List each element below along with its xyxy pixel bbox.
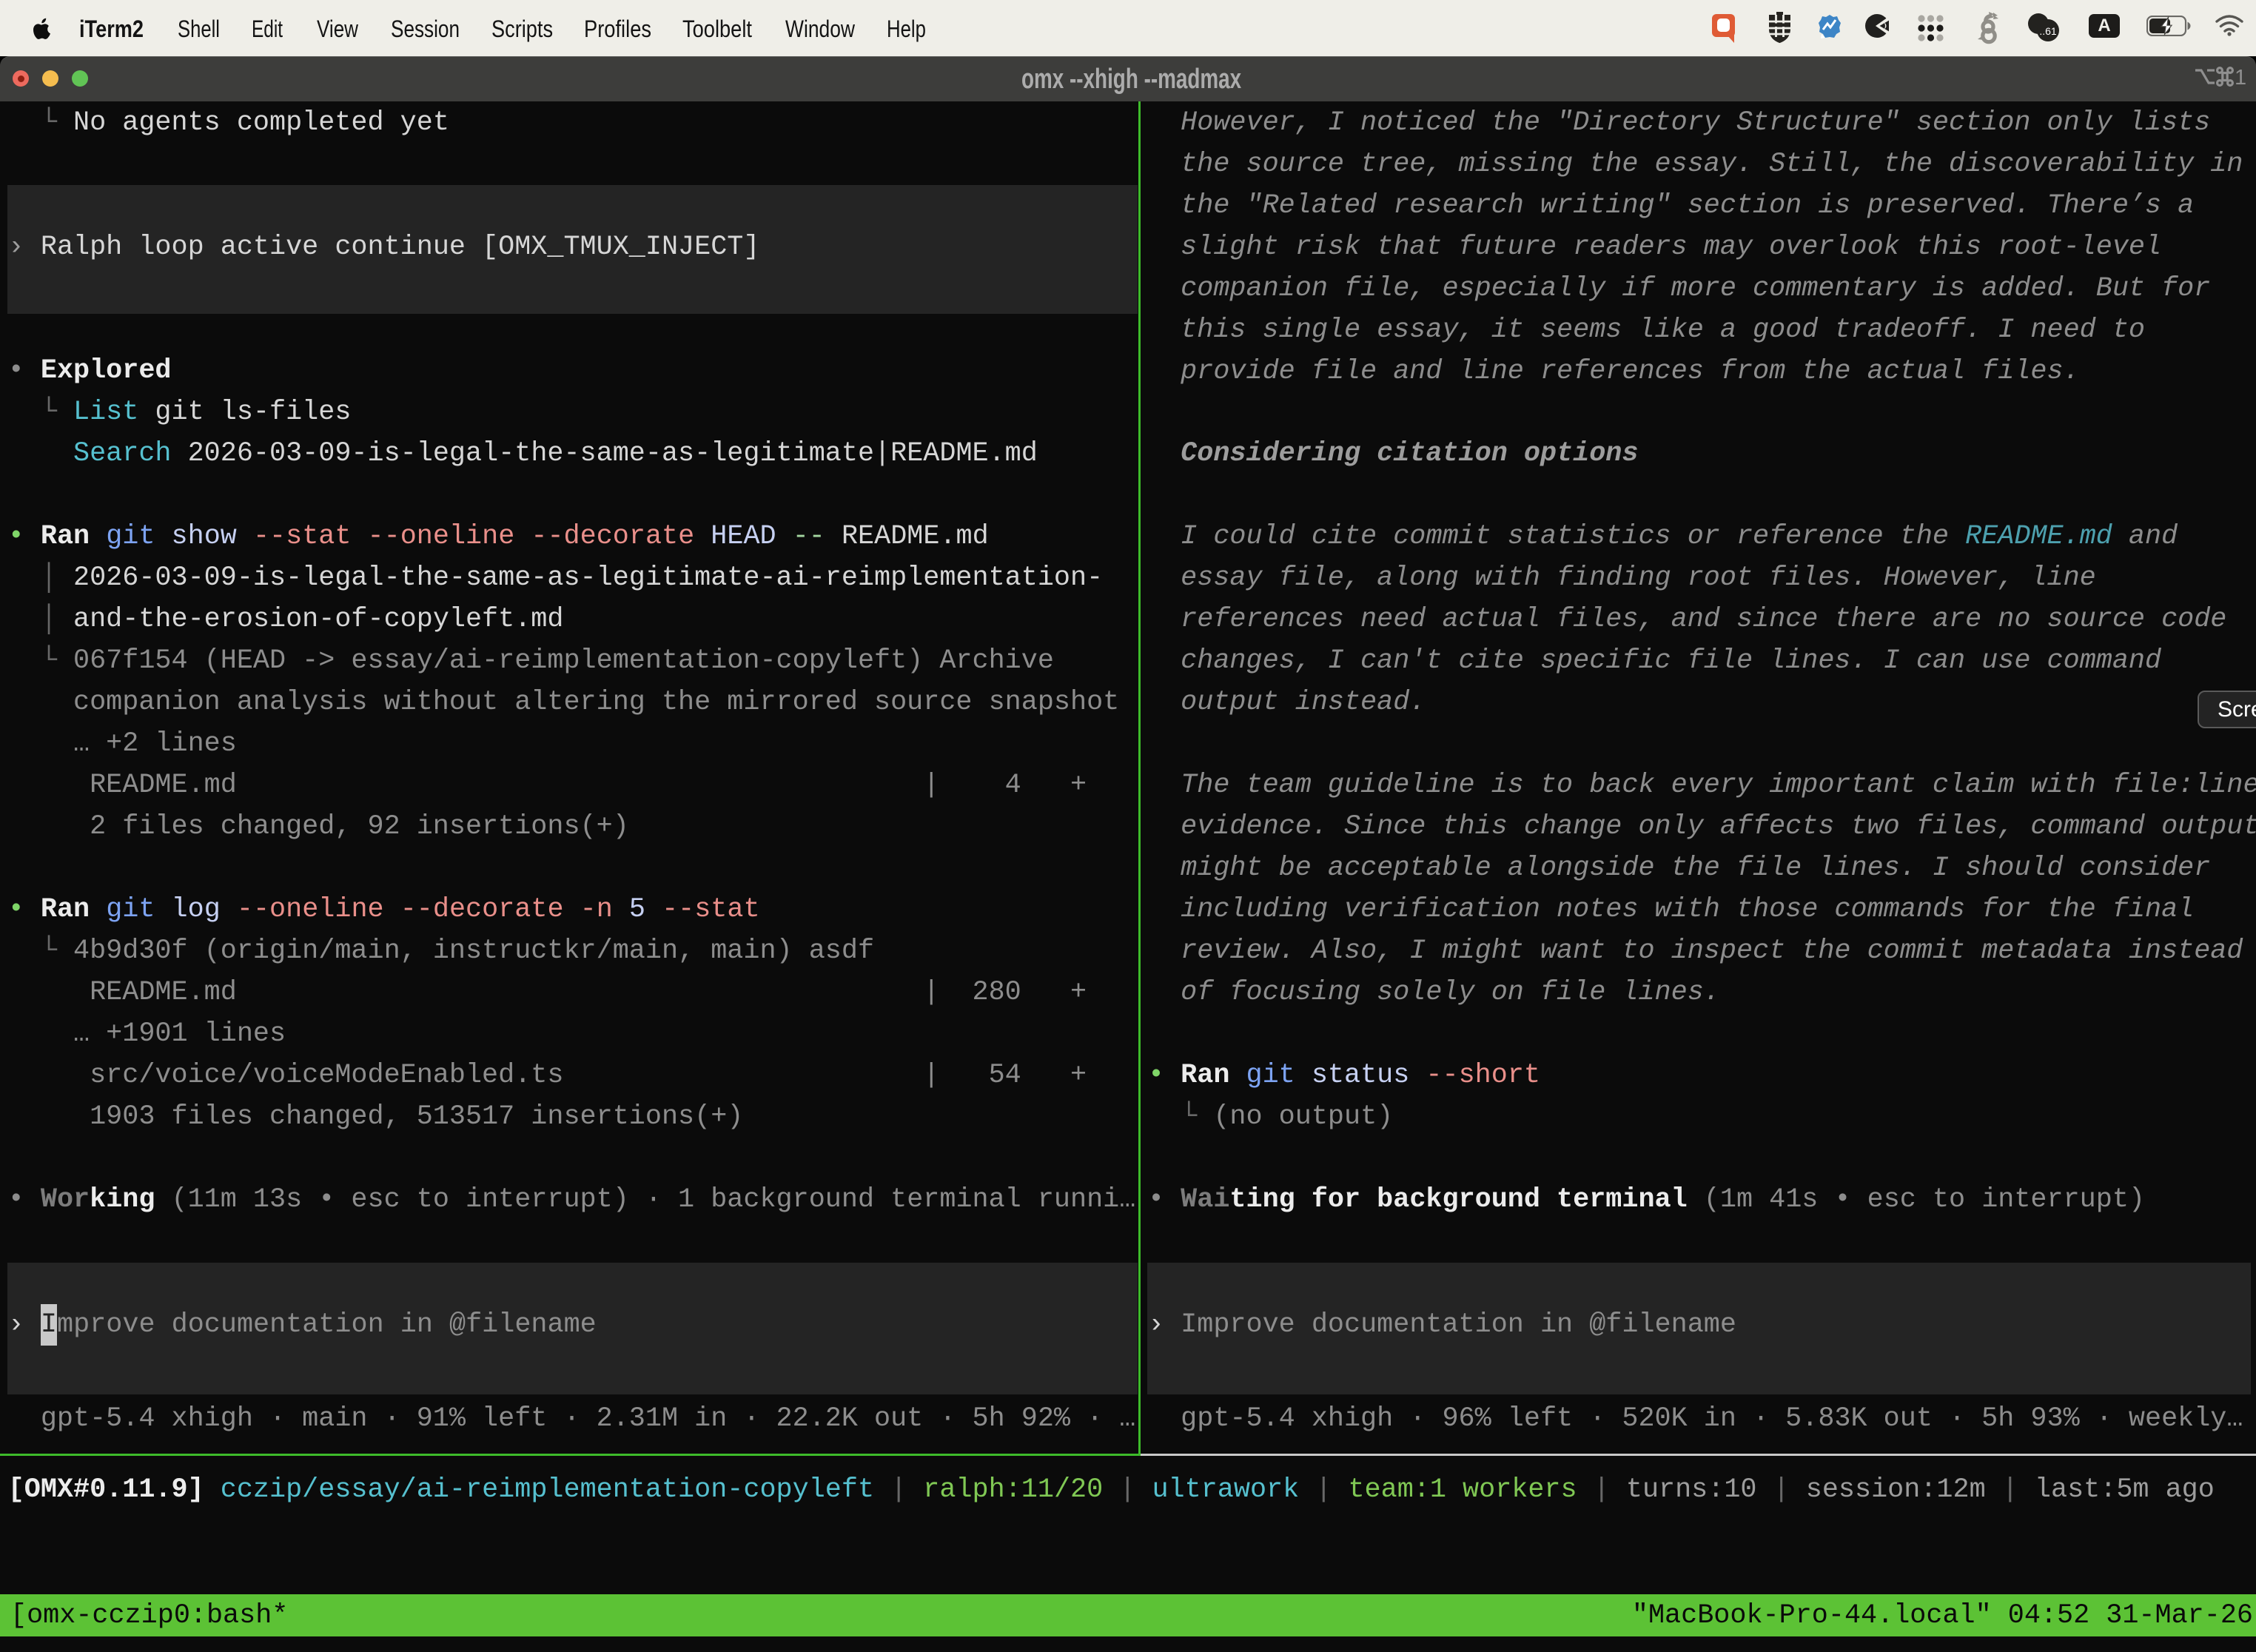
svg-text:..61: ..61 (2039, 25, 2057, 37)
svg-text:1: 1 (2235, 66, 2246, 90)
